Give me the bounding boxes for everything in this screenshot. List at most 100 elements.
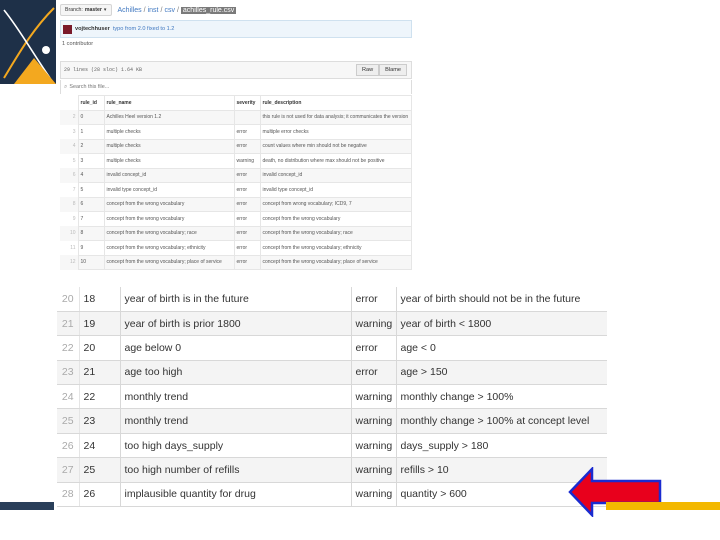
rule-name-cell: concept from the wrong vocabulary — [103, 211, 235, 227]
rule-description-cell: concept from the wrong vocabulary; race — [259, 225, 412, 241]
table-row: 3 1 multiple checks error multiple error che… — [60, 124, 412, 140]
rule-name-cell: multiple checks — [103, 153, 235, 169]
rule-id-cell: 25 — [79, 457, 121, 483]
footer-bar-navy — [0, 502, 54, 510]
rule-id-cell: 21 — [79, 360, 121, 386]
rule-description-cell: this rule is not used for data analysis;… — [259, 109, 412, 125]
column-header: rule_description — [259, 95, 412, 111]
branch-name: master — [84, 7, 102, 13]
rule-id-cell: 2 — [77, 138, 105, 154]
rule-id-cell: 26 — [79, 482, 121, 508]
severity-cell: error — [351, 287, 397, 312]
logo-icon — [0, 0, 56, 84]
contributors[interactable]: 1 contributor — [62, 41, 93, 47]
rule-name-cell: Achilles Heel version 1.2 — [103, 109, 235, 125]
severity-cell — [233, 109, 261, 125]
breadcrumb-repo[interactable]: Achilles — [118, 7, 142, 14]
rule-id-cell: 6 — [77, 196, 105, 212]
table-row: 8 6 concept from the wrong vocabulary error… — [60, 196, 412, 212]
table-row: 4 2 multiple checks error count values where… — [60, 138, 412, 154]
rule-id-cell: 20 — [79, 335, 121, 361]
table-row: 20 18 year of birth is in the future error y… — [57, 287, 607, 312]
rule-id-cell: 7 — [77, 211, 105, 227]
latest-commit: vojtechhuser typo from 2.0 fixed to 1.2 — [60, 20, 412, 38]
line-number[interactable]: 4 — [60, 139, 78, 154]
line-number[interactable]: 5 — [60, 154, 78, 169]
table-row: 7 5 invalid type concept_id error invalid ty… — [60, 182, 412, 198]
file-meta: 29 lines (28 sloc) 1.64 KB — [64, 67, 143, 73]
line-number: 27 — [57, 457, 80, 483]
chevron-down-icon: ▾ — [103, 7, 107, 13]
table-row: 23 21 age too high error age > 150 — [57, 360, 607, 386]
table-header-row: rule_id rule_name severity rule_descript… — [60, 95, 412, 111]
rule-id-cell: 19 — [79, 311, 121, 337]
breadcrumb-csv[interactable]: csv — [164, 7, 175, 14]
rule-id-cell: 22 — [79, 384, 121, 410]
line-number: 28 — [57, 482, 80, 508]
rule-name-cell: year of birth is prior 1800 — [120, 311, 352, 337]
line-number: 24 — [57, 384, 80, 410]
line-number[interactable]: 12 — [60, 255, 78, 270]
line-number[interactable]: 3 — [60, 125, 78, 140]
line-number[interactable]: 9 — [60, 212, 78, 227]
commit-author[interactable]: vojtechhuser — [75, 26, 110, 32]
rule-description-cell: monthly change > 100% at concept level — [396, 408, 607, 434]
breadcrumb-file: achilles_rule.csv — [180, 6, 237, 14]
file-search: ⌕ — [60, 80, 412, 94]
severity-cell: warning — [351, 408, 397, 434]
rule-id-cell: 10 — [77, 254, 105, 270]
table-row: 24 22 monthly trend warning monthly change >… — [57, 384, 607, 410]
severity-cell: error — [233, 138, 261, 154]
line-number[interactable]: 2 — [60, 110, 78, 125]
severity-cell: error — [233, 182, 261, 198]
commit-message[interactable]: typo from 2.0 fixed to 1.2 — [113, 26, 175, 32]
line-number: 22 — [57, 335, 80, 361]
rule-description-cell: multiple error checks — [259, 124, 412, 140]
table-row: 12 10 concept from the wrong vocabulary; p… — [60, 254, 412, 270]
table-row: 26 24 too high days_supply warning days_supp… — [57, 433, 607, 459]
table-row: 21 19 year of birth is prior 1800 warning ye… — [57, 311, 607, 337]
file-actions: Raw Blame — [355, 64, 407, 76]
severity-cell: error — [233, 254, 261, 270]
blame-button[interactable]: Blame — [379, 64, 407, 76]
line-number[interactable]: 7 — [60, 183, 78, 198]
rule-description-cell: concept from the wrong vocabulary; place… — [259, 254, 412, 270]
line-number[interactable]: 6 — [60, 168, 78, 183]
rule-description-cell: year of birth should not be in the futur… — [396, 287, 607, 312]
rule-id-cell: 9 — [77, 240, 105, 256]
severity-cell: error — [233, 225, 261, 241]
rule-description-cell: invalid concept_id — [259, 167, 412, 183]
table-row: 22 20 age below 0 error age < 0 — [57, 335, 607, 361]
table-row: 11 9 concept from the wrong vocabulary; et… — [60, 240, 412, 256]
rule-name-cell: invalid concept_id — [103, 167, 235, 183]
rule-name-cell: monthly trend — [120, 408, 352, 434]
rule-description-cell: age < 0 — [396, 335, 607, 361]
line-number: 21 — [57, 311, 80, 337]
table-row: 5 3 multiple checks warning death, no distri… — [60, 153, 412, 169]
branch-selector[interactable]: Branch: master ▾ — [60, 4, 112, 16]
branch-label: Branch: — [65, 7, 83, 13]
search-input[interactable] — [69, 84, 190, 90]
rule-id-cell: 18 — [79, 287, 121, 312]
table-row: 9 7 concept from the wrong vocabulary error… — [60, 211, 412, 227]
column-header: severity — [233, 95, 261, 111]
breadcrumb: Achilles / inst / csv / achilles_rule.csv — [117, 6, 237, 14]
line-number[interactable]: 8 — [60, 197, 78, 212]
github-file-view: Branch: master ▾ Achilles / inst / csv / achil… — [60, 0, 412, 270]
rule-name-cell: too high number of refills — [120, 457, 352, 483]
column-header: rule_name — [103, 95, 235, 111]
severity-cell: warning — [233, 153, 261, 169]
file-header: 29 lines (28 sloc) 1.64 KB Raw Blame — [60, 61, 412, 79]
raw-button[interactable]: Raw — [355, 64, 380, 76]
line-number[interactable]: 10 — [60, 226, 78, 241]
line-number[interactable]: 11 — [60, 241, 78, 256]
breadcrumb-inst[interactable]: inst — [148, 7, 159, 14]
rule-description-cell: days_supply > 180 — [396, 433, 607, 459]
rule-id-cell: 1 — [77, 124, 105, 140]
rule-description-cell: count values where min should not be neg… — [259, 138, 412, 154]
avatar[interactable] — [63, 24, 72, 34]
table-row: 27 25 too high number of refills warning ref… — [57, 457, 607, 483]
rule-description-cell: monthly change > 100% — [396, 384, 607, 410]
severity-cell: error — [233, 196, 261, 212]
severity-cell: error — [233, 240, 261, 256]
